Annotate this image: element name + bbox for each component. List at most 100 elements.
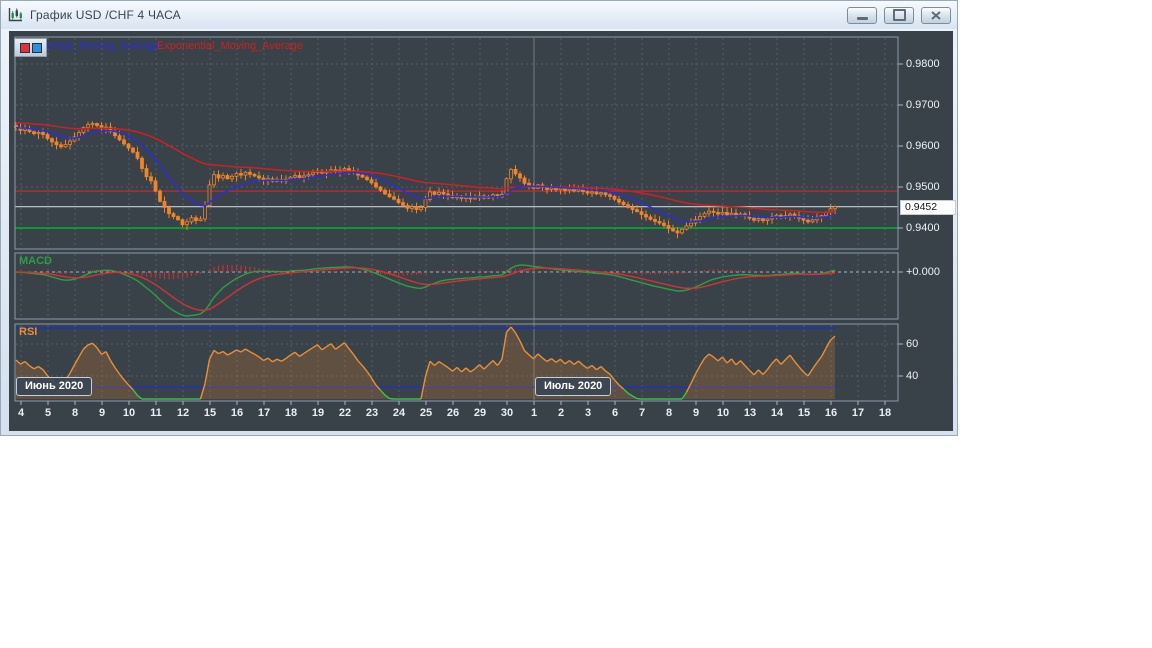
candle-body [117, 135, 122, 141]
candle-body [675, 230, 680, 234]
candle-body [36, 132, 41, 135]
candle-body [95, 123, 99, 126]
candle-body [707, 210, 711, 214]
candle-body [167, 207, 171, 215]
date-axis-label: 9 [98, 407, 106, 419]
price-axis-label: 0.9400 [906, 222, 940, 234]
window-titlebar[interactable]: График USD /CHF 4 ЧАСА [1, 1, 957, 29]
candle-body [572, 188, 576, 192]
ema-red-toggle-button[interactable] [19, 42, 30, 53]
candle-body [585, 191, 590, 194]
price-axis-label: 0.9700 [906, 99, 940, 111]
candle-body [135, 151, 140, 159]
candle-body [617, 198, 621, 203]
date-axis-label: 23 [365, 407, 379, 419]
price-axis-label: 0.9600 [906, 140, 940, 152]
candle-body [657, 221, 662, 224]
candle-body [473, 197, 477, 200]
candle-body [518, 173, 522, 179]
candle-body [833, 206, 837, 210]
candle-body [806, 219, 810, 223]
date-axis-label: 25 [419, 407, 433, 419]
candle-body [603, 192, 608, 196]
date-axis-label: 29 [473, 407, 487, 419]
date-axis-label: 13 [743, 407, 757, 419]
candle-body [234, 173, 239, 177]
date-axis-label: 2 [557, 407, 565, 419]
candle-body [419, 207, 423, 210]
date-axis-label: 9 [692, 407, 700, 419]
panel-border [14, 252, 899, 320]
candle-body [225, 175, 230, 180]
candle-body [86, 124, 90, 128]
minimize-icon [856, 17, 868, 20]
month-label-chip: Июль 2020 [535, 377, 612, 396]
minimize-button[interactable] [847, 6, 877, 24]
price-chart-canvas[interactable] [9, 31, 953, 431]
candle-body [545, 187, 549, 190]
close-icon [931, 10, 941, 20]
date-axis-label: 3 [584, 407, 592, 419]
candle-body [698, 216, 702, 221]
candle-body [140, 157, 144, 169]
candle-body [653, 218, 657, 222]
candle-body [383, 189, 387, 195]
candle-body [297, 175, 302, 178]
date-axis-label: 30 [500, 407, 514, 419]
indicator-buttons-chip [14, 38, 47, 57]
restore-button[interactable] [884, 6, 914, 24]
candle-body [752, 217, 756, 221]
candle-body [32, 131, 36, 135]
candle-body [761, 218, 765, 222]
rsi-axis-label-40: 40 [906, 370, 919, 382]
candle-body [153, 180, 158, 192]
candle-body [576, 189, 581, 192]
window-title: График USD /CHF 4 ЧАСА [30, 8, 181, 22]
rsi-area-fill [16, 327, 835, 399]
candle-body [68, 140, 72, 145]
date-axis-label: 4 [17, 407, 25, 419]
candle-body [410, 206, 414, 209]
candle-body [621, 201, 626, 206]
candle-body [720, 212, 725, 215]
date-axis-label: 8 [665, 407, 673, 419]
candle-body [414, 206, 419, 210]
candle-body [702, 212, 707, 217]
date-axis-label: 10 [122, 407, 136, 419]
candle-body [230, 175, 234, 180]
macd-zero-axis-label: +0.000 [906, 266, 940, 278]
candle-body [293, 175, 297, 178]
candle-body [158, 190, 162, 202]
candle-body [401, 202, 405, 206]
candle-body [203, 205, 207, 220]
candle-body [810, 219, 815, 223]
candle-body [45, 134, 50, 140]
ema-blue-toggle-button[interactable] [31, 42, 42, 53]
close-button[interactable] [921, 6, 951, 24]
current-price-box: 0.9452 [900, 200, 956, 215]
candle-body [126, 143, 131, 149]
rsi-axis-label-60: 60 [906, 338, 919, 350]
candle-body [689, 222, 693, 227]
date-axis-label: 8 [71, 407, 79, 419]
candle-body [50, 138, 54, 143]
candle-body [504, 178, 509, 195]
candle-body [662, 222, 666, 226]
date-axis-label: 19 [311, 407, 325, 419]
chart-window: График USD /CHF 4 ЧАСА Exponential_Movin… [0, 0, 958, 436]
date-axis-label: 15 [203, 407, 217, 419]
candle-body [212, 174, 216, 186]
date-axis-label: 5 [44, 407, 52, 419]
candle-body [185, 221, 189, 226]
candle-body [374, 182, 378, 188]
date-axis-label: 11 [150, 407, 162, 419]
candle-body [788, 213, 792, 217]
candle-body [684, 225, 689, 230]
candle-body [567, 188, 572, 192]
candle-body [437, 191, 441, 195]
date-axis-label: 12 [176, 407, 190, 419]
candle-body [243, 171, 248, 176]
date-axis-label: 16 [824, 407, 838, 419]
price-axis-label: 0.9500 [906, 181, 940, 193]
date-axis-label: 17 [257, 407, 271, 419]
